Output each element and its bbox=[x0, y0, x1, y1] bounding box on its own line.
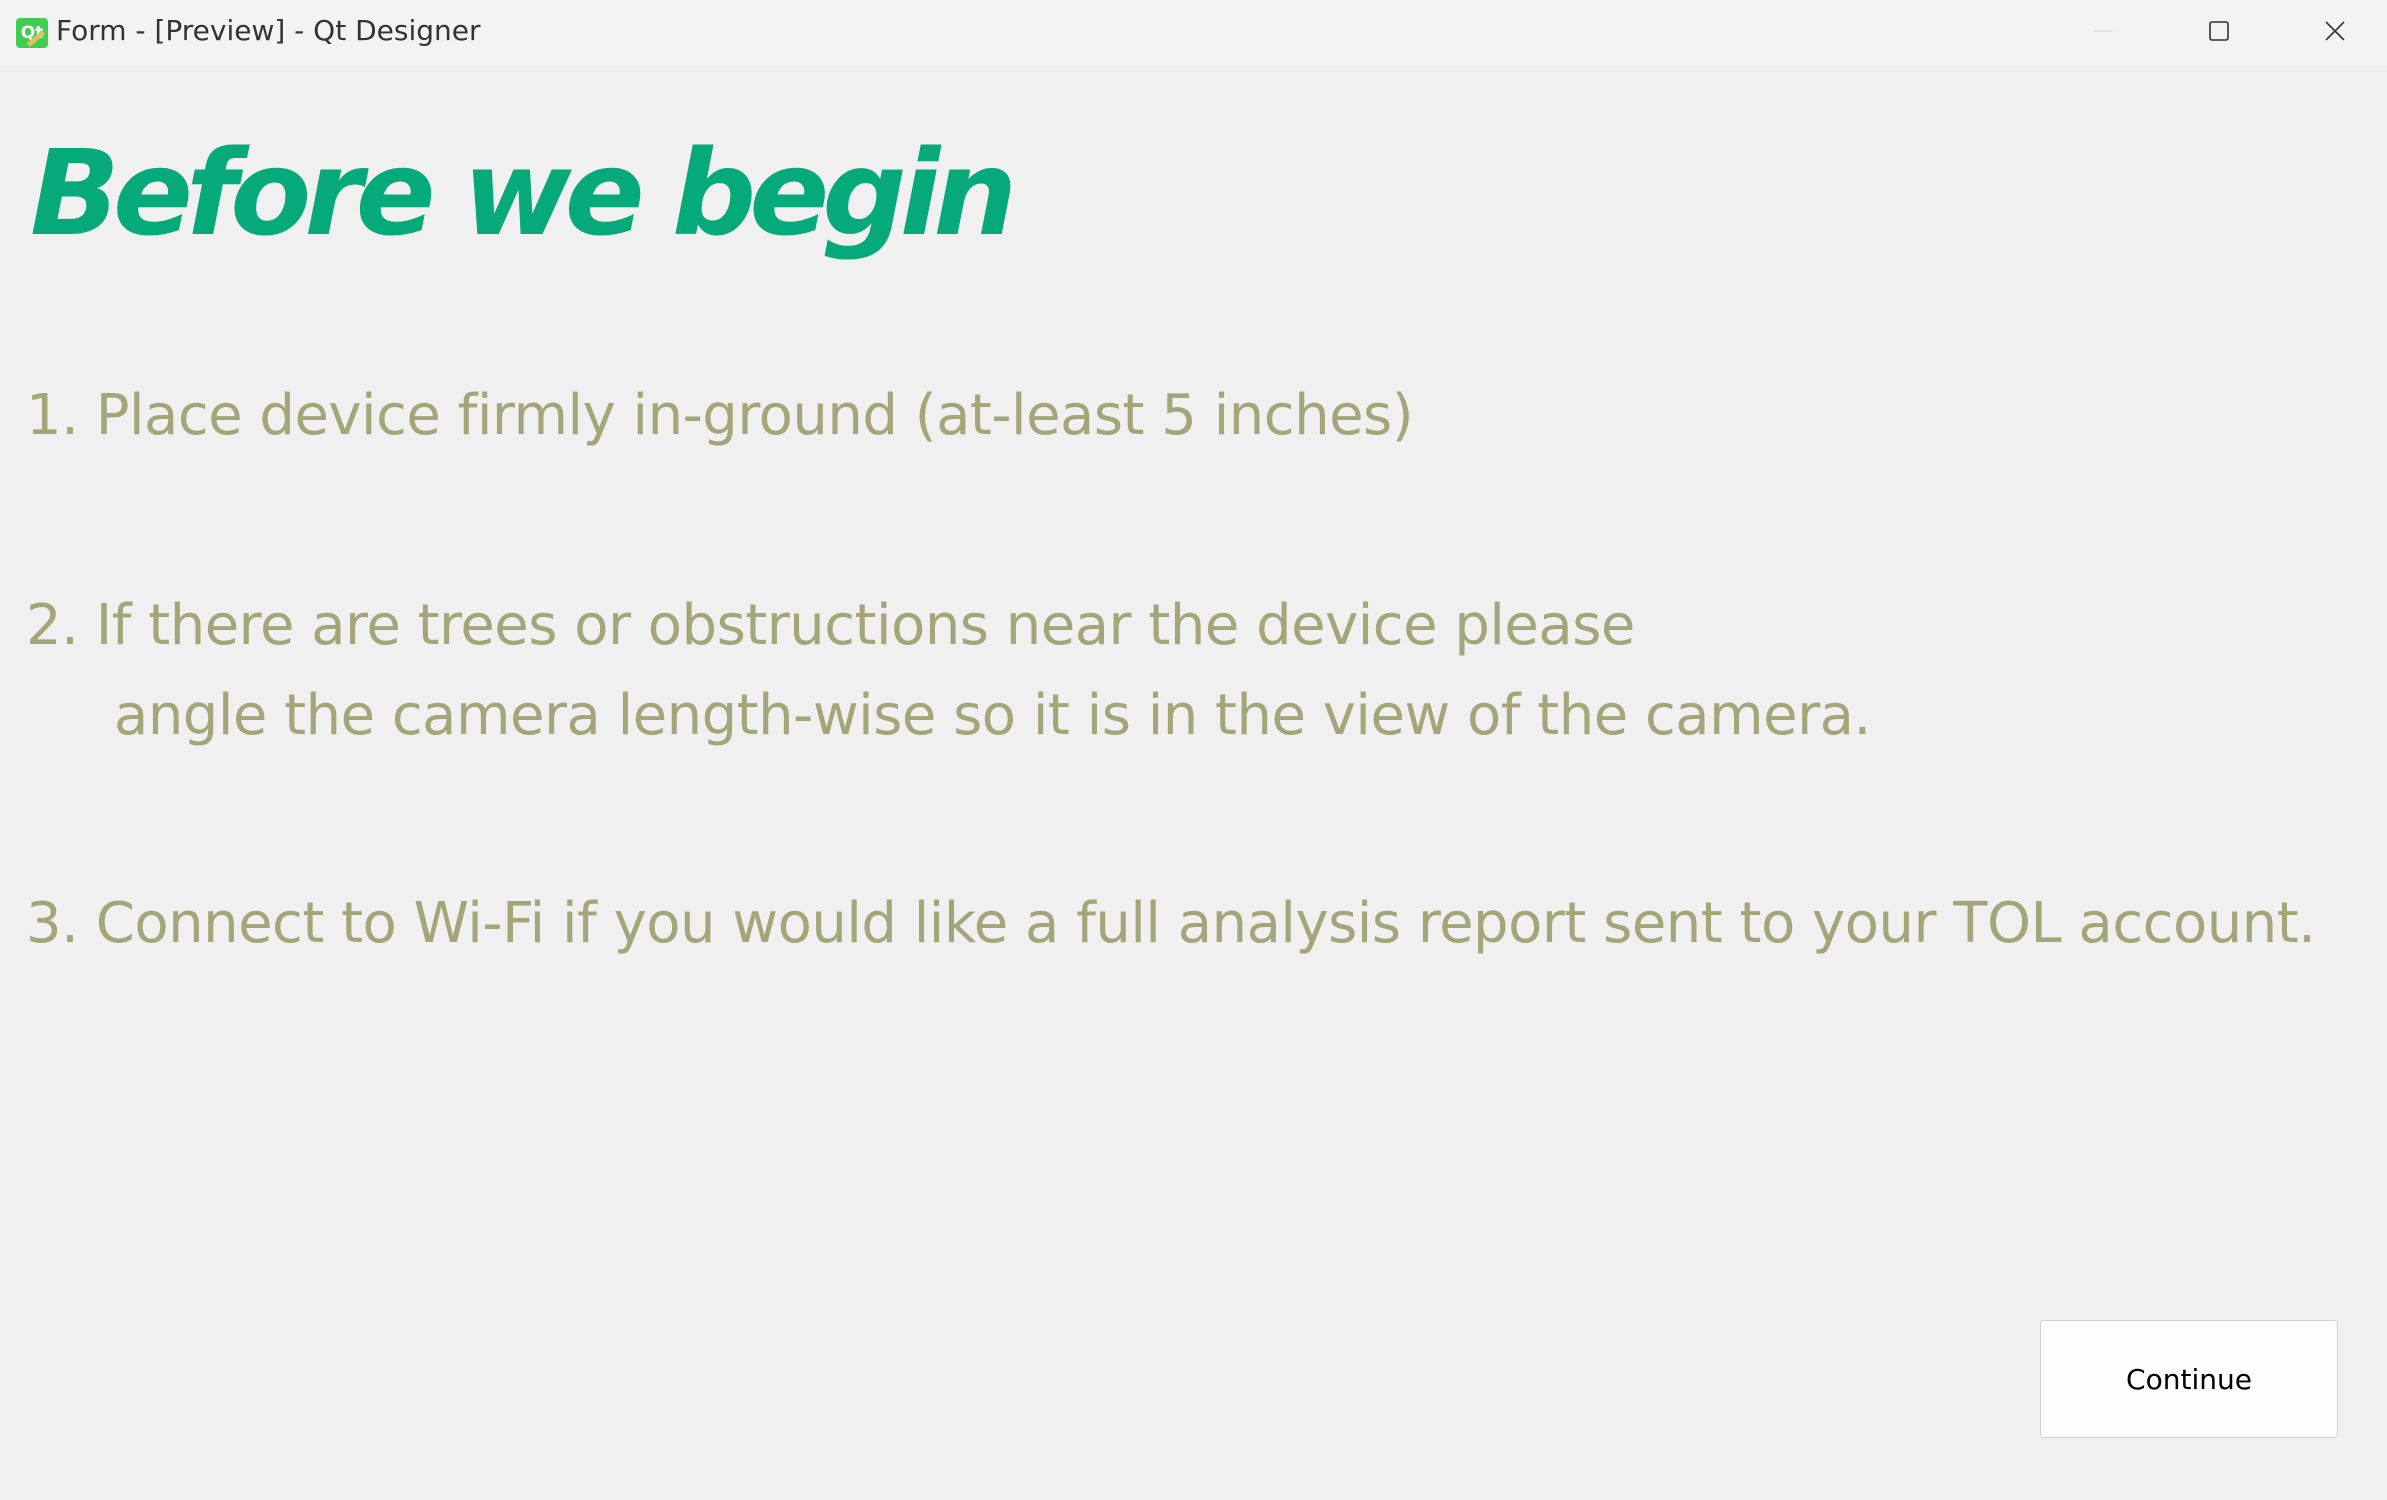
instruction-step-2-line-1: 2. If there are trees or obstructions ne… bbox=[26, 593, 1635, 658]
instruction-step-1: 1. Place device firmly in-ground (at-lea… bbox=[26, 383, 1414, 448]
minimize-button[interactable] bbox=[2045, 0, 2161, 60]
minimize-icon bbox=[2093, 30, 2113, 32]
title-bar[interactable]: Qt Form - [Preview] - Qt Designer bbox=[0, 0, 2387, 66]
app-window: Qt Form - [Preview] - Qt Designer Before… bbox=[0, 0, 2387, 1500]
instruction-step-3: 3. Connect to Wi-Fi if you would like a … bbox=[26, 891, 2316, 956]
close-icon bbox=[2325, 21, 2345, 41]
qt-designer-icon: Qt bbox=[16, 18, 48, 48]
page-title: Before we begin bbox=[30, 124, 1017, 262]
maximize-button[interactable] bbox=[2161, 0, 2277, 60]
continue-button[interactable]: Continue bbox=[2040, 1320, 2338, 1438]
window-title: Form - [Preview] - Qt Designer bbox=[56, 14, 481, 47]
close-button[interactable] bbox=[2277, 0, 2387, 60]
maximize-icon bbox=[2209, 21, 2229, 41]
instruction-step-2-line-2: angle the camera length-wise so it is in… bbox=[114, 683, 1871, 748]
